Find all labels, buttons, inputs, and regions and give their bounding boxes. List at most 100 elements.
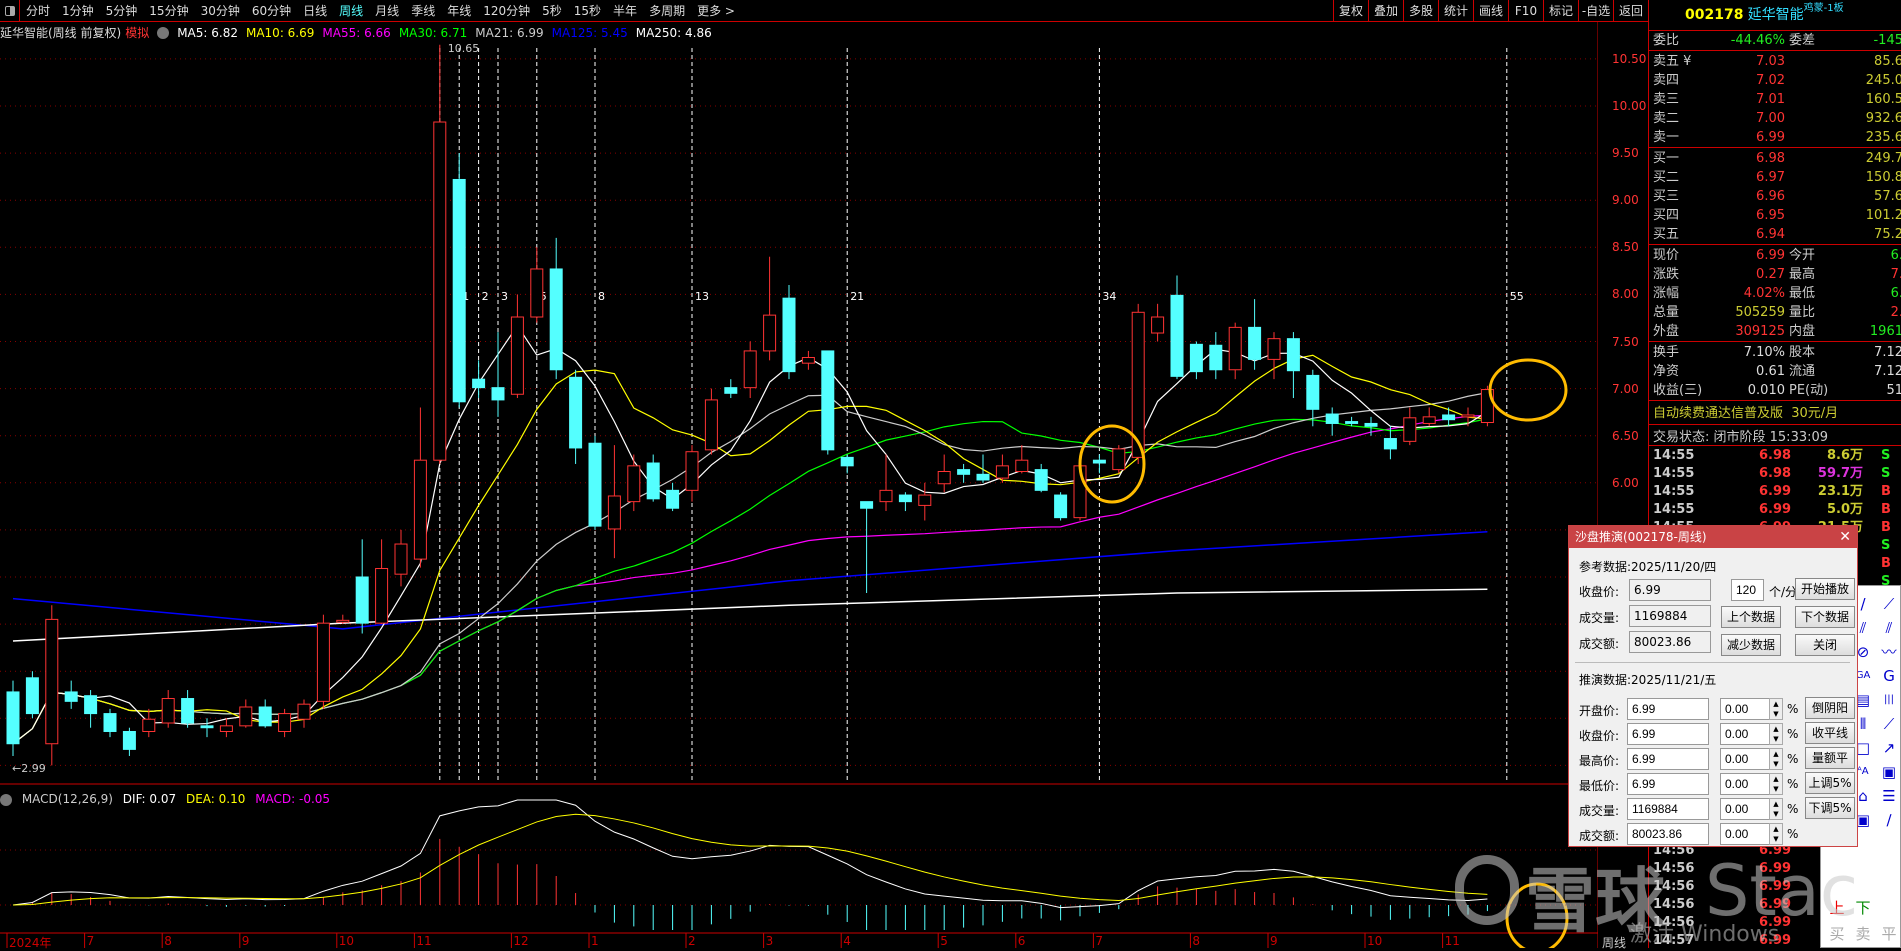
- toolbar-button[interactable]: 画线: [1473, 0, 1508, 22]
- sim-field-input[interactable]: [1627, 698, 1709, 720]
- trade-time: 14:56: [1653, 915, 1695, 930]
- period-tab[interactable]: 多周期: [643, 2, 691, 19]
- dialog-titlebar[interactable]: 沙盘推演(002178-周线) ✕: [1569, 526, 1857, 548]
- sim-field-input[interactable]: [1627, 773, 1709, 795]
- stat-row: 外盘 309125 内盘 1961: [1649, 322, 1901, 341]
- percent-spinner[interactable]: ▲ ▼: [1769, 748, 1783, 770]
- period-tab[interactable]: 5秒: [536, 2, 568, 19]
- sim-percent-input[interactable]: [1720, 723, 1770, 745]
- sim-field-input[interactable]: [1627, 823, 1709, 845]
- period-tab[interactable]: 更多 >: [691, 2, 741, 19]
- toolbar-button[interactable]: 叠加: [1368, 0, 1403, 22]
- toolbar-button[interactable]: 返回: [1613, 0, 1648, 22]
- drawing-tool-button[interactable]: 买: [1825, 922, 1849, 946]
- candle-down: [1248, 326, 1262, 360]
- period-tab[interactable]: 15秒: [568, 2, 607, 19]
- divider: [1575, 662, 1850, 663]
- drawing-tool-icon[interactable]: 〰: [1877, 640, 1901, 664]
- fundamental-row: 净资 0.61 流通 7.12: [1649, 362, 1901, 381]
- drawing-tool-icon[interactable]: ↗: [1877, 736, 1901, 760]
- drawing-tool-icon[interactable]: ⟋: [1877, 712, 1901, 736]
- sim-field-label: 开盘价:: [1579, 704, 1620, 718]
- close-icon[interactable]: ✕: [1839, 526, 1851, 548]
- ma30-line: [12, 418, 1488, 745]
- candle-up: [1112, 448, 1126, 471]
- period-tab[interactable]: 季线: [405, 2, 441, 19]
- speed-input[interactable]: [1731, 579, 1764, 601]
- promo-banner[interactable]: 自动续费通达信普及版 30元/月: [1653, 402, 1838, 421]
- panel-toggle-icon[interactable]: [0, 0, 20, 22]
- sim-percent-input[interactable]: [1720, 748, 1770, 770]
- toolbar-button[interactable]: 复权: [1333, 0, 1368, 22]
- stat-row-value2: 6.: [1890, 286, 1901, 301]
- ask-row-volume: 85.6: [1874, 54, 1901, 69]
- percent-spinner[interactable]: ▲ ▼: [1769, 723, 1783, 745]
- drawing-tool-icon[interactable]: ▣: [1877, 760, 1901, 784]
- drawing-tool-icon[interactable]: ☰: [1877, 784, 1901, 808]
- dea-line: [12, 813, 1488, 906]
- toolbar-button[interactable]: F10: [1508, 0, 1543, 22]
- fundamental-row-value2: 51: [1886, 383, 1901, 398]
- percent-spinner[interactable]: ▲ ▼: [1769, 823, 1783, 845]
- trade-time: 14:55: [1653, 448, 1695, 463]
- sim-field-input[interactable]: [1627, 798, 1709, 820]
- ask-row: 卖三 7.01 160.5: [1649, 90, 1901, 109]
- candle-down: [1092, 459, 1106, 464]
- sim-percent-input[interactable]: [1720, 773, 1770, 795]
- sim-field-input[interactable]: [1627, 723, 1709, 745]
- period-tab[interactable]: 分时: [20, 2, 56, 19]
- period-tab[interactable]: 月线: [369, 2, 405, 19]
- sim-action-button[interactable]: 倒阴阳: [1805, 697, 1855, 719]
- toolbar-button[interactable]: 标记: [1543, 0, 1578, 22]
- reference-data-label: 参考数据:2025/11/20/四: [1579, 560, 1717, 574]
- fundamental-row-label2: 流通: [1789, 364, 1816, 379]
- close-button[interactable]: 关闭: [1795, 634, 1855, 656]
- prev-data-button[interactable]: 上个数据: [1721, 606, 1781, 628]
- sim-percent-input[interactable]: [1720, 798, 1770, 820]
- percent-spinner[interactable]: ▲ ▼: [1769, 773, 1783, 795]
- period-tab[interactable]: 1分钟: [56, 2, 100, 19]
- period-tab[interactable]: 30分钟: [195, 2, 246, 19]
- toolbar-button[interactable]: 多股: [1403, 0, 1438, 22]
- period-tab[interactable]: 5分钟: [100, 2, 144, 19]
- collapse-icon[interactable]: [0, 793, 12, 806]
- sim-action-button[interactable]: 下调5%: [1805, 797, 1855, 819]
- sim-field-input[interactable]: [1627, 748, 1709, 770]
- period-tab[interactable]: 半年: [607, 2, 643, 19]
- drawing-tool-button[interactable]: 卖: [1851, 922, 1875, 946]
- period-tab[interactable]: 日线: [297, 2, 333, 19]
- sim-action-button[interactable]: 上调5%: [1805, 772, 1855, 794]
- period-tab[interactable]: 60分钟: [246, 2, 297, 19]
- period-tab[interactable]: 15分钟: [143, 2, 194, 19]
- collapse-icon[interactable]: [157, 26, 170, 39]
- drawing-tool-icon[interactable]: ∕: [1877, 808, 1901, 832]
- sim-percent-input[interactable]: [1720, 698, 1770, 720]
- drawing-tool-button[interactable]: 平: [1877, 922, 1901, 946]
- sim-action-button[interactable]: 量额平: [1805, 747, 1855, 769]
- toolbar-button[interactable]: 统计: [1438, 0, 1473, 22]
- candle-up: [394, 543, 408, 575]
- date-tick-label: 1: [591, 934, 599, 948]
- trade-volume: 59.7万: [1817, 466, 1863, 481]
- drawing-tool-icon[interactable]: ⫽: [1877, 616, 1901, 640]
- drawing-tool-icon[interactable]: |||: [1877, 688, 1901, 712]
- sim-action-button[interactable]: 收平线: [1805, 722, 1855, 744]
- percent-spinner[interactable]: ▲ ▼: [1769, 698, 1783, 720]
- period-tab[interactable]: 120分钟: [477, 2, 536, 19]
- ask-row-volume: 160.5: [1865, 92, 1901, 107]
- reduce-data-button[interactable]: 减少数据: [1721, 634, 1781, 656]
- ask-row-volume: 235.6: [1865, 130, 1901, 145]
- period-tab[interactable]: 周线: [333, 2, 369, 19]
- sim-percent-input[interactable]: [1720, 823, 1770, 845]
- bid-row: 买四 6.95 101.2: [1649, 206, 1901, 225]
- drawing-tool-icon[interactable]: ⟋: [1877, 592, 1901, 616]
- next-data-button[interactable]: 下个数据: [1795, 606, 1855, 628]
- period-tab[interactable]: 年线: [441, 2, 477, 19]
- start-play-button[interactable]: 开始播放: [1795, 578, 1855, 600]
- drawing-tool-button[interactable]: 上: [1825, 896, 1849, 920]
- toolbar-button[interactable]: -自选: [1578, 0, 1613, 22]
- trade-side: B: [1881, 502, 1891, 517]
- percent-spinner[interactable]: ▲ ▼: [1769, 798, 1783, 820]
- drawing-tool-button[interactable]: 下: [1851, 896, 1875, 920]
- drawing-tool-icon[interactable]: G: [1877, 664, 1901, 688]
